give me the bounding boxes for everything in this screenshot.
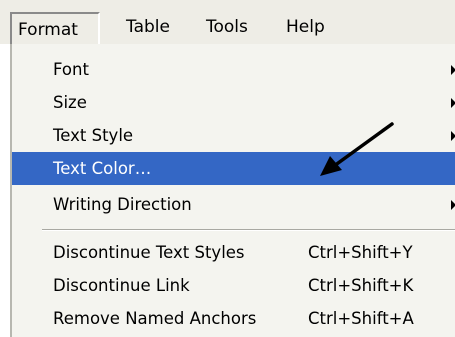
menu-item-label: Remove Named Anchors [53, 309, 257, 328]
menu-item-label: Size [53, 93, 87, 112]
menu-item-label: Discontinue Link [53, 276, 190, 295]
menu-item-label: Font [53, 60, 89, 79]
menu-item-shortcut: Ctrl+Shift+A [308, 309, 414, 328]
menu-item-label: Text Color… [53, 159, 152, 178]
submenu-arrow-icon [451, 98, 455, 108]
menu-item-size[interactable]: Size [12, 86, 455, 119]
menu-item-shortcut: Ctrl+Shift+Y [308, 243, 413, 262]
menu-item-label: Text Style [53, 126, 134, 145]
menu-item-discontinue-text-styles[interactable]: Discontinue Text Styles Ctrl+Shift+Y [12, 236, 455, 269]
menu-table[interactable]: Table [120, 14, 176, 40]
menu-item-discontinue-link[interactable]: Discontinue Link Ctrl+Shift+K [12, 269, 455, 302]
format-dropdown-menu: Font Size Text Style Text Color… Writing… [10, 44, 455, 337]
menu-tools[interactable]: Tools [200, 14, 254, 40]
menu-item-shortcut: Ctrl+Shift+K [308, 276, 414, 295]
menu-separator [42, 229, 455, 231]
menu-item-label: Discontinue Text Styles [53, 243, 245, 262]
menu-item-label: Writing Direction [53, 195, 192, 214]
menu-item-font[interactable]: Font [12, 53, 455, 86]
submenu-arrow-icon [451, 131, 455, 141]
menu-help[interactable]: Help [280, 14, 331, 40]
submenu-arrow-icon [451, 200, 455, 210]
submenu-arrow-icon [451, 65, 455, 75]
menu-item-remove-named-anchors[interactable]: Remove Named Anchors Ctrl+Shift+A [12, 302, 455, 335]
menu-item-writing-direction[interactable]: Writing Direction [12, 188, 455, 221]
menu-format[interactable]: Format [10, 12, 100, 44]
menu-bar: Format Table Tools Help [0, 0, 455, 44]
pointer-arrow-icon [320, 122, 394, 176]
